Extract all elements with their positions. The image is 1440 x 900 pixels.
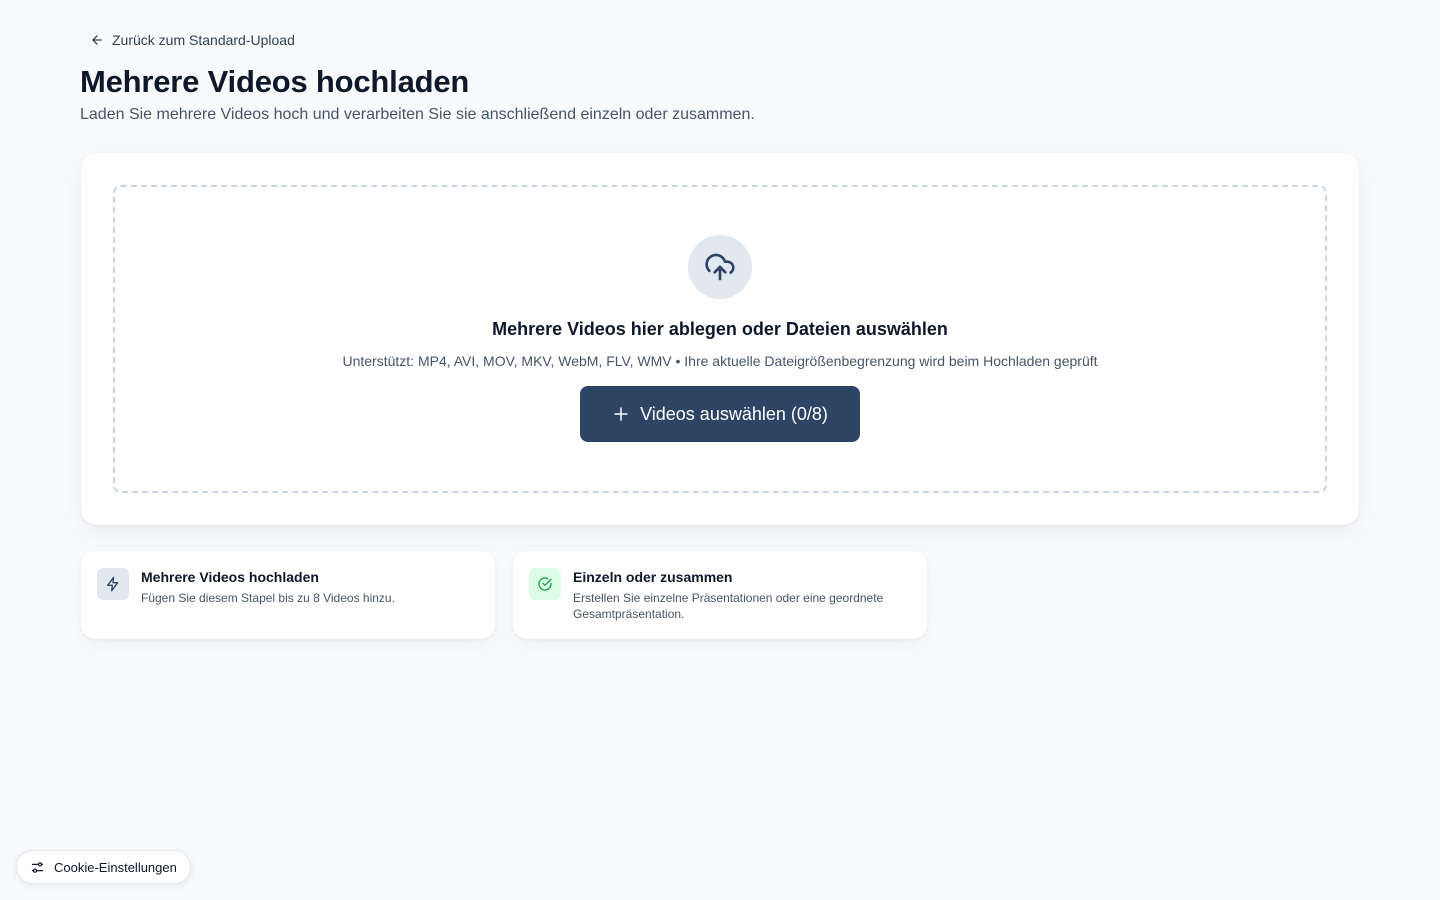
feature-title: Einzeln oder zusammen — [573, 569, 733, 585]
feature-card-multiple-upload: Mehrere Videos hochladen Fügen Sie diese… — [81, 551, 495, 639]
video-dropzone[interactable]: Mehrere Videos hier ablegen oder Dateien… — [113, 185, 1327, 493]
check-circle-icon — [538, 577, 552, 591]
feature-description: Erstellen Sie einzelne Präsentationen od… — [573, 591, 884, 621]
page-title: Mehrere Videos hochladen — [80, 64, 470, 99]
back-link-label: Zurück zum Standard-Upload — [112, 32, 295, 48]
upload-card: Mehrere Videos hier ablegen oder Dateien… — [81, 153, 1359, 525]
cookie-settings-label: Cookie-Einstellungen — [54, 859, 177, 875]
cookie-settings-button[interactable]: Cookie-Einstellungen — [16, 850, 191, 884]
cloud-upload-icon — [705, 253, 735, 281]
feature-description: Fügen Sie diesem Stapel bis zu 8 Videos … — [141, 591, 395, 605]
feature-title: Mehrere Videos hochladen — [141, 569, 319, 585]
page-subtitle: Laden Sie mehrere Videos hoch und verarb… — [80, 106, 755, 123]
back-to-standard-upload-link[interactable]: Zurück zum Standard-Upload — [90, 30, 295, 50]
feature-card-single-or-combined: Einzeln oder zusammen Erstellen Sie einz… — [513, 551, 927, 639]
lightning-icon — [107, 576, 119, 592]
page: Zurück zum Standard-Upload Mehrere Video… — [0, 0, 1440, 900]
upload-icon-circle — [688, 235, 752, 299]
dropzone-title: Mehrere Videos hier ablegen oder Dateien… — [492, 319, 948, 339]
feature-icon-badge — [97, 568, 129, 600]
select-videos-button[interactable]: Videos auswählen (0/8) — [580, 386, 860, 442]
select-videos-label: Videos auswählen (0/8) — [640, 403, 828, 424]
dropzone-supported-formats: Unterstützt: MP4, AVI, MOV, MKV, WebM, F… — [342, 353, 1098, 369]
feature-icon-badge — [529, 568, 561, 600]
plus-icon — [614, 407, 628, 421]
arrow-left-icon — [92, 35, 102, 45]
sliders-icon — [31, 861, 44, 873]
